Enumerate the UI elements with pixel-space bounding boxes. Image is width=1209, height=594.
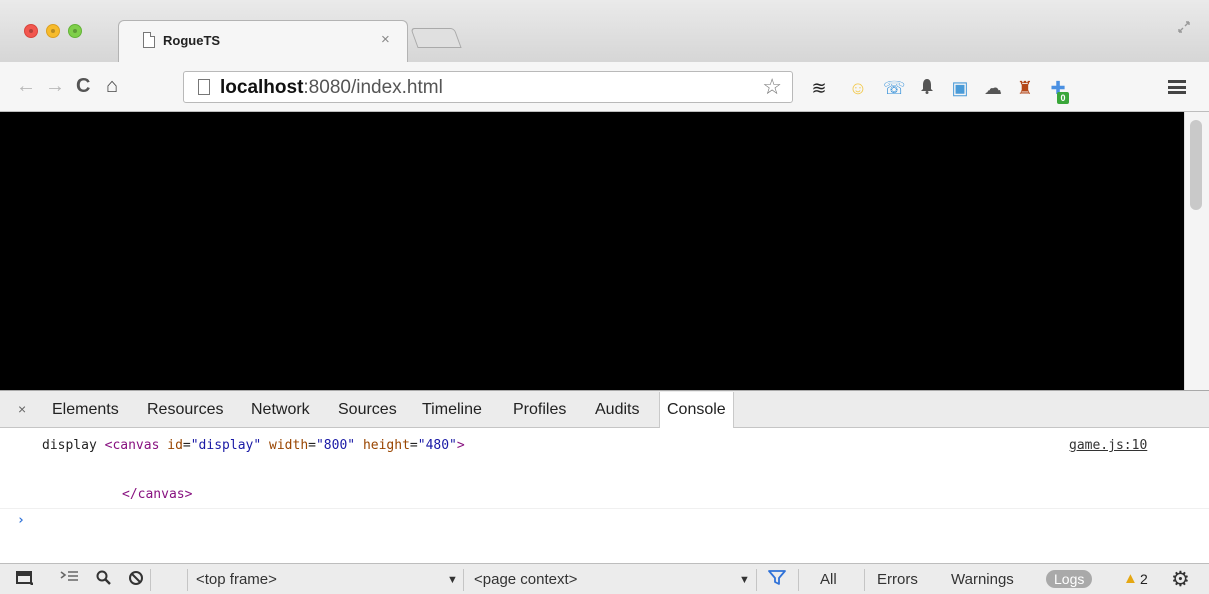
reload-icon[interactable]: C: [76, 75, 90, 97]
page-icon: [143, 32, 155, 48]
fullscreen-icon[interactable]: [1177, 20, 1191, 34]
menu-icon[interactable]: [1168, 80, 1186, 94]
filter-logs[interactable]: Logs: [1046, 570, 1093, 588]
attr-name: width: [269, 438, 309, 453]
attr-value: "display": [190, 438, 262, 453]
open-tag-end: >: [456, 438, 465, 453]
extension-badge: 0: [1057, 92, 1069, 104]
address-bar[interactable]: localhost:8080/index.html ☆: [183, 71, 793, 103]
tab-sources[interactable]: Sources: [338, 401, 397, 419]
home-icon[interactable]: ⌂: [106, 75, 118, 97]
browser-toolbar: ← → C ⌂ localhost:8080/index.html ☆ ≋ ☺ …: [0, 62, 1209, 112]
cloud-extension-icon[interactable]: ☁: [983, 78, 1003, 98]
search-icon[interactable]: [96, 570, 112, 590]
filter-errors[interactable]: Errors: [877, 571, 918, 588]
attr-name: height: [362, 438, 410, 453]
tab-title: RogueTS: [163, 33, 221, 48]
sofa-extension-icon[interactable]: ♜: [1015, 78, 1035, 98]
bookmark-star-icon[interactable]: ☆: [762, 74, 782, 100]
console-divider: [0, 508, 1209, 509]
page-scrollbar[interactable]: [1184, 112, 1209, 390]
context-select[interactable]: <page context>: [474, 571, 577, 588]
tab-strip: RogueTS ×: [0, 0, 1209, 62]
console-prompt-icon[interactable]: ›: [17, 513, 25, 528]
warning-count[interactable]: 2: [1140, 571, 1148, 587]
devtools-status-bar: <top frame> ▼ <page context> ▼ All Error…: [0, 563, 1209, 594]
tab-audits[interactable]: Audits: [595, 401, 639, 419]
source-link[interactable]: game.js:10: [1069, 438, 1147, 453]
open-tag[interactable]: <canvas: [105, 438, 160, 453]
console-panel[interactable]: display <canvas id="display" width="800"…: [0, 428, 1209, 563]
frame-select[interactable]: <top frame>: [196, 571, 277, 588]
clear-console-icon[interactable]: [128, 570, 144, 590]
photo-extension-icon[interactable]: ▣: [950, 78, 970, 98]
context-dropdown-arrow-icon[interactable]: ▼: [739, 574, 750, 586]
window-close-button[interactable]: [24, 24, 38, 38]
tab-timeline[interactable]: Timeline: [422, 401, 482, 419]
new-tab-button[interactable]: [410, 28, 462, 48]
separator: [864, 569, 865, 591]
warning-icon[interactable]: ▲: [1123, 570, 1138, 587]
separator: [187, 569, 188, 591]
separator: [463, 569, 464, 591]
attr-name: id: [167, 438, 183, 453]
browser-tab[interactable]: RogueTS ×: [118, 20, 408, 62]
url-path: :8080/index.html: [303, 77, 443, 98]
log-label: display: [42, 438, 97, 453]
bell-icon[interactable]: [917, 78, 937, 98]
url-text[interactable]: localhost:8080/index.html: [220, 77, 443, 99]
tab-console[interactable]: Console: [659, 392, 734, 428]
dock-icon[interactable]: [16, 570, 34, 590]
back-arrow-icon[interactable]: ←: [16, 75, 36, 97]
separator: [756, 569, 757, 591]
attr-value: "480": [417, 438, 457, 453]
scrollbar-thumb[interactable]: [1190, 120, 1202, 210]
forward-arrow-icon[interactable]: →: [45, 75, 65, 97]
window-minimize-button[interactable]: [46, 24, 60, 38]
devtools-close-icon[interactable]: ×: [18, 401, 26, 417]
url-host: localhost: [220, 77, 304, 98]
filter-icon[interactable]: [768, 570, 786, 590]
game-canvas[interactable]: [0, 112, 1184, 390]
buffer-icon[interactable]: ≋: [809, 78, 829, 98]
tab-elements[interactable]: Elements: [52, 401, 119, 419]
gear-icon[interactable]: ⚙: [1171, 567, 1190, 592]
separator: [150, 569, 151, 591]
window-zoom-button[interactable]: [68, 24, 82, 38]
attr-value: "800": [315, 438, 356, 453]
console-log-entry: display <canvas id="display" width="800"…: [42, 438, 465, 453]
page-icon: [198, 79, 210, 95]
close-tag[interactable]: </canvas>: [122, 487, 192, 502]
filter-warnings[interactable]: Warnings: [951, 571, 1014, 588]
separator: [798, 569, 799, 591]
show-drawer-icon[interactable]: [60, 570, 80, 588]
tab-profiles[interactable]: Profiles: [513, 401, 566, 419]
devtools-tab-bar: × Elements Resources Network Sources Tim…: [0, 390, 1209, 428]
phone-extension-icon[interactable]: ☏: [883, 78, 906, 98]
smiley-extension-icon[interactable]: ☺: [848, 78, 868, 98]
tab-network[interactable]: Network: [251, 401, 310, 419]
tab-close-icon[interactable]: ×: [381, 31, 390, 48]
filter-all[interactable]: All: [820, 571, 837, 588]
frame-dropdown-arrow-icon[interactable]: ▼: [447, 574, 458, 586]
tab-resources[interactable]: Resources: [147, 401, 223, 419]
